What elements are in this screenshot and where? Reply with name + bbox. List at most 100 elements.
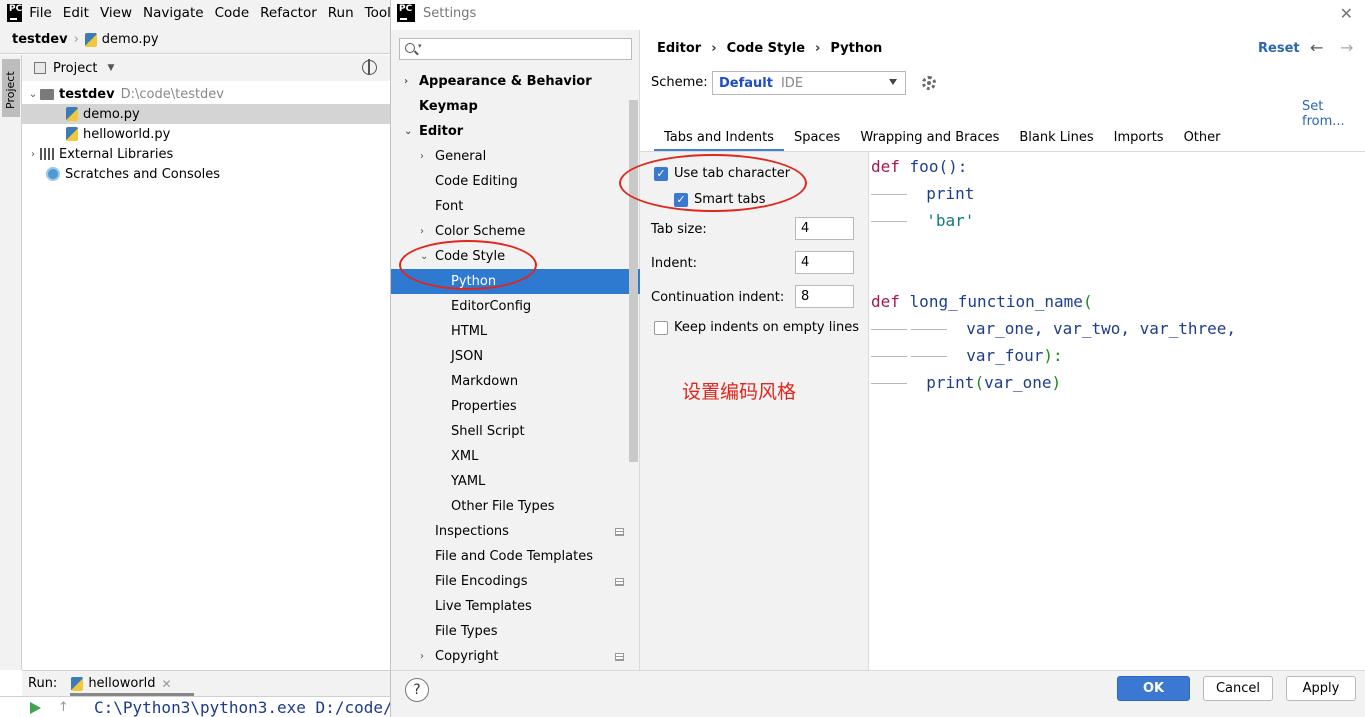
play-icon[interactable] xyxy=(30,702,41,714)
breadcrumb-editor[interactable]: Editor xyxy=(657,41,701,56)
settings-tree-item[interactable]: Inspections xyxy=(391,519,640,544)
help-icon[interactable]: ? xyxy=(405,678,429,702)
sidebar-scrollbar[interactable] xyxy=(629,100,638,462)
code-arg: var_three xyxy=(1139,319,1227,338)
settings-tree-item[interactable]: YAML xyxy=(391,469,640,494)
project-tool-tab[interactable]: Project xyxy=(2,59,20,117)
settings-tree-item[interactable]: › Color Scheme xyxy=(391,219,640,244)
settings-tree-item[interactable]: Markdown xyxy=(391,369,640,394)
chevron-right-icon[interactable]: › xyxy=(420,226,424,237)
tab-other[interactable]: Other xyxy=(1174,126,1231,152)
continuation-indent-field[interactable]: 8 xyxy=(795,285,854,308)
set-from-link[interactable]: Set from... xyxy=(1302,99,1365,129)
chevron-down-icon[interactable]: ⌄ xyxy=(420,251,428,262)
cancel-button[interactable]: Cancel xyxy=(1203,676,1273,701)
settings-tree-label: File Encodings xyxy=(435,574,528,589)
chevron-down-icon[interactable]: ▼ xyxy=(107,63,114,73)
menu-refactor[interactable]: Refactor xyxy=(260,5,317,21)
chevron-right-icon: › xyxy=(73,32,79,47)
settings-tree-item[interactable]: ⌄ Code Style xyxy=(391,244,640,269)
nav-project[interactable]: testdev xyxy=(12,32,68,47)
settings-tree-item[interactable]: Font xyxy=(391,194,640,219)
settings-tree-item[interactable]: Keymap xyxy=(391,94,640,119)
menu-run[interactable]: Run xyxy=(328,5,354,21)
tree-file-helloworld[interactable]: helloworld.py xyxy=(22,124,390,144)
run-tab-helloworld[interactable]: helloworld xyxy=(88,676,155,691)
locate-icon[interactable] xyxy=(362,59,377,75)
settings-tree-item[interactable]: XML xyxy=(391,444,640,469)
settings-tree-item[interactable]: File Encodings xyxy=(391,569,640,594)
project-panel-title[interactable]: Project xyxy=(53,61,97,76)
chevron-right-icon[interactable]: › xyxy=(420,151,424,162)
chevron-right-icon[interactable]: › xyxy=(26,149,40,160)
menu-code[interactable]: Code xyxy=(215,5,250,21)
settings-tree-item[interactable]: File Types xyxy=(391,619,640,644)
tab-size-field[interactable]: 4 xyxy=(795,217,854,240)
root-name: testdev xyxy=(59,86,115,102)
code-line-5: var_one, var_two, var_three, xyxy=(871,319,1236,339)
project-panel-header: Project ▼ xyxy=(22,55,390,81)
settings-tree-item[interactable]: › Appearance & Behavior xyxy=(391,69,640,94)
tree-scratches[interactable]: Scratches and Consoles xyxy=(22,164,390,184)
tab-tabs-and-indents[interactable]: Tabs and Indents xyxy=(654,126,784,152)
smart-tabs-option[interactable]: ✓ Smart tabs xyxy=(674,192,766,207)
settings-tree-label: HTML xyxy=(451,324,488,339)
settings-tree-item[interactable]: Live Templates xyxy=(391,594,640,619)
breadcrumb-code-style[interactable]: Code Style xyxy=(727,41,805,56)
use-tab-character-option[interactable]: ✓ Use tab character xyxy=(654,166,790,181)
chevron-down-icon[interactable]: ⌄ xyxy=(26,89,40,100)
back-arrow-icon[interactable]: ← xyxy=(1310,38,1323,57)
chevron-down-icon[interactable]: ⌄ xyxy=(404,126,412,137)
code-keyword: def xyxy=(871,292,900,311)
tab-blank-lines[interactable]: Blank Lines xyxy=(1009,126,1103,152)
settings-search-input[interactable]: ▾ xyxy=(399,38,632,60)
reset-link[interactable]: Reset xyxy=(1258,41,1300,56)
arrow-up-icon[interactable]: ↑ xyxy=(58,700,69,715)
settings-tree-item[interactable]: File and Code Templates xyxy=(391,544,640,569)
tree-file-demo[interactable]: demo.py xyxy=(22,104,390,124)
chevron-right-icon[interactable]: › xyxy=(404,76,408,87)
use-tab-checkbox[interactable]: ✓ xyxy=(654,166,668,181)
gear-icon[interactable] xyxy=(922,76,936,90)
tab-wrapping-and-braces[interactable]: Wrapping and Braces xyxy=(850,126,1009,152)
smart-tabs-checkbox[interactable]: ✓ xyxy=(674,192,688,207)
menu-view[interactable]: View xyxy=(100,5,132,21)
settings-tree-item[interactable]: Other File Types xyxy=(391,494,640,519)
scheme-select[interactable]: Default IDE xyxy=(712,71,906,95)
tree-root[interactable]: ⌄ testdev D:\code\testdev xyxy=(22,84,390,104)
code-punctuation: ): xyxy=(1043,346,1063,365)
tab-imports[interactable]: Imports xyxy=(1104,126,1174,152)
settings-tree-item[interactable]: Code Editing xyxy=(391,169,640,194)
close-icon[interactable]: ✕ xyxy=(1340,4,1353,23)
settings-tree-item[interactable]: › General xyxy=(391,144,640,169)
settings-sidebar: ▾ › Appearance & Behavior Keymap ⌄ Editor › Ge… xyxy=(391,30,640,670)
settings-tree-item[interactable]: JSON xyxy=(391,344,640,369)
tree-external-libraries[interactable]: › External Libraries xyxy=(22,144,390,164)
tab-spaces[interactable]: Spaces xyxy=(784,126,850,152)
indent-field[interactable]: 4 xyxy=(795,251,854,274)
settings-tree-item[interactable]: EditorConfig xyxy=(391,294,640,319)
apply-button[interactable]: Apply xyxy=(1286,676,1356,701)
close-icon[interactable]: ✕ xyxy=(162,677,172,691)
ok-button[interactable]: OK xyxy=(1117,676,1190,701)
settings-tree-item[interactable]: HTML xyxy=(391,319,640,344)
indent-guide xyxy=(871,329,907,330)
ide-menubar: PC File Edit View Navigate Code Refactor… xyxy=(0,0,398,26)
settings-tree-item[interactable]: Shell Script xyxy=(391,419,640,444)
menu-navigate[interactable]: Navigate xyxy=(143,5,204,21)
nav-file[interactable]: demo.py xyxy=(102,32,159,47)
settings-tree-item[interactable]: ⌄ Editor xyxy=(391,119,640,144)
chevron-right-icon[interactable]: › xyxy=(420,651,424,662)
keep-indents-checkbox[interactable] xyxy=(654,320,668,335)
menu-file[interactable]: File xyxy=(29,5,52,21)
project-view-icon xyxy=(34,62,46,74)
settings-dialog: PC Settings ✕ ▾ › Appearance & Behavior Ke… xyxy=(390,0,1365,717)
indent-label: Indent: xyxy=(651,256,698,271)
forward-arrow-icon[interactable]: → xyxy=(1340,38,1353,57)
settings-tree-item[interactable]: Python xyxy=(391,269,640,294)
keep-indents-option[interactable]: Keep indents on empty lines xyxy=(654,320,859,335)
settings-tree-item[interactable]: › Copyright xyxy=(391,644,640,669)
settings-tree-item[interactable]: Properties xyxy=(391,394,640,419)
menu-edit[interactable]: Edit xyxy=(63,5,89,21)
scratches-icon xyxy=(46,167,60,181)
